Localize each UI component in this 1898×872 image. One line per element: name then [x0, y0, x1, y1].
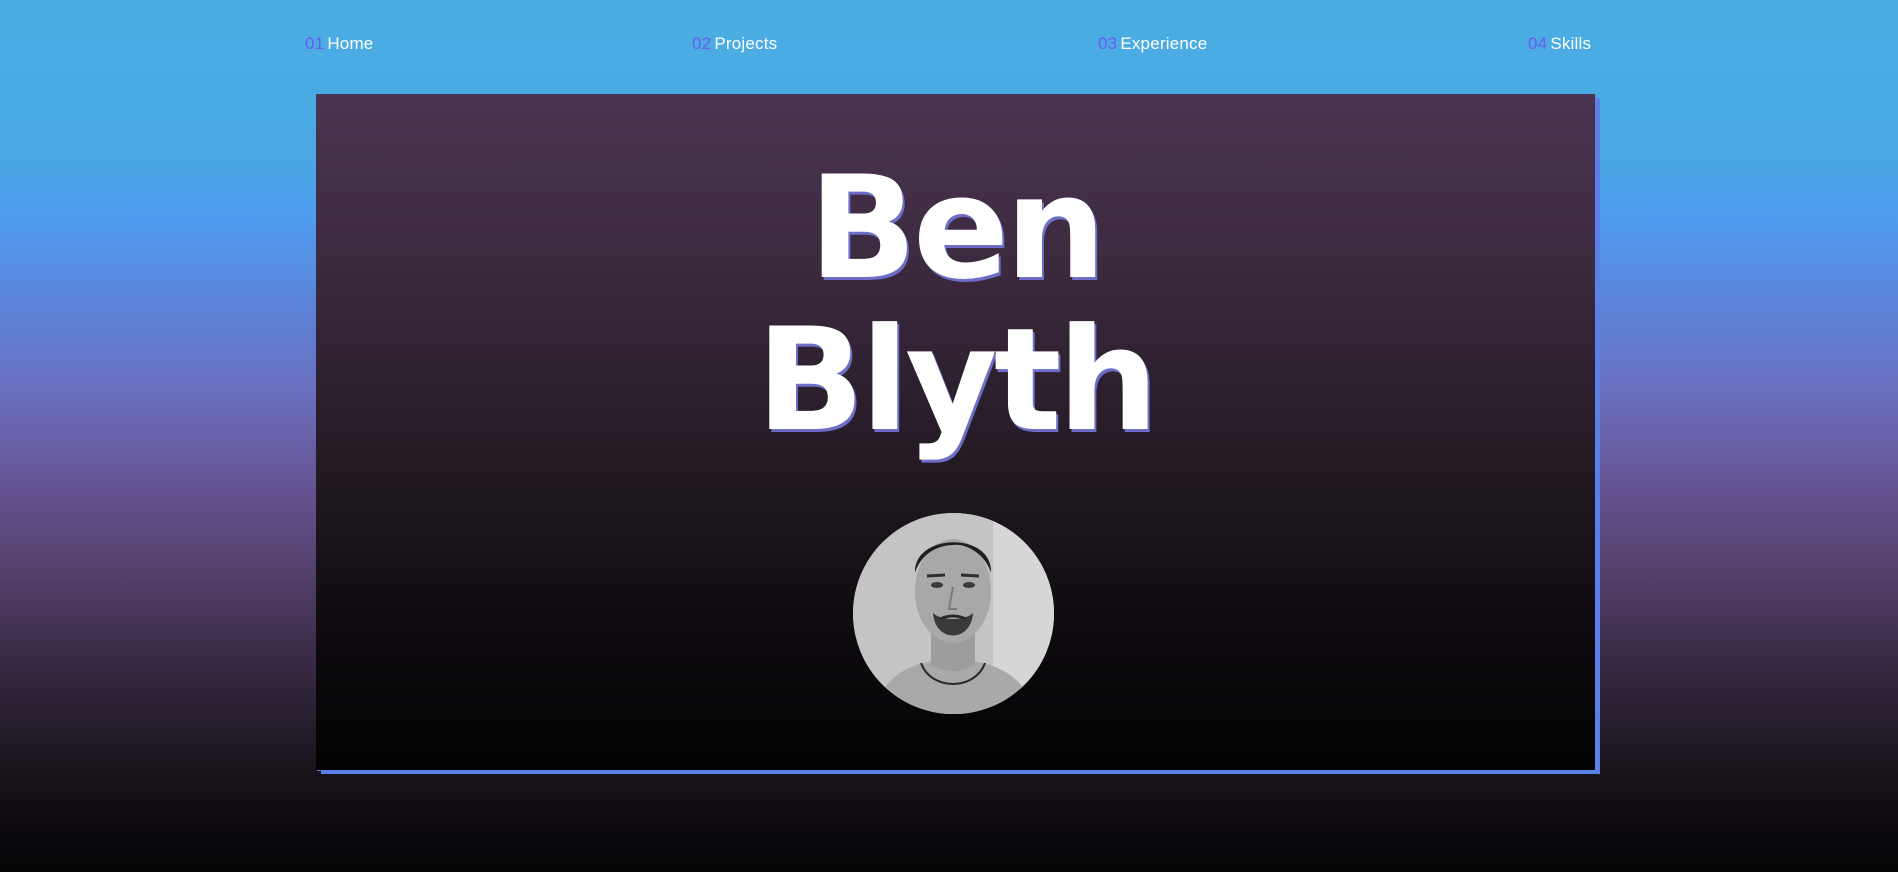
nav-item-projects[interactable]: 02 Projects: [692, 34, 777, 54]
nav-item-label: Skills: [1550, 34, 1592, 53]
nav-item-label: Experience: [1120, 34, 1208, 53]
main-nav: 01 Home 02 Projects 03 Experience 04 Skills: [0, 34, 1898, 58]
nav-item-skills[interactable]: 04 Skills: [1528, 34, 1591, 54]
profile-photo: [853, 513, 1054, 714]
hero-last-name: Blyth: [756, 298, 1158, 463]
nav-item-number: 02: [692, 34, 712, 53]
nav-item-number: 01: [305, 34, 325, 53]
nav-item-number: 03: [1098, 34, 1118, 53]
nav-item-home[interactable]: 01 Home: [305, 34, 373, 54]
hero-first-name: Ben: [808, 146, 1107, 311]
hero-card: Ben Blyth: [316, 94, 1595, 770]
nav-item-experience[interactable]: 03 Experience: [1098, 34, 1207, 54]
avatar: [853, 513, 1054, 714]
nav-item-label: Projects: [714, 34, 778, 53]
nav-item-label: Home: [327, 34, 374, 53]
nav-item-number: 04: [1528, 34, 1548, 53]
